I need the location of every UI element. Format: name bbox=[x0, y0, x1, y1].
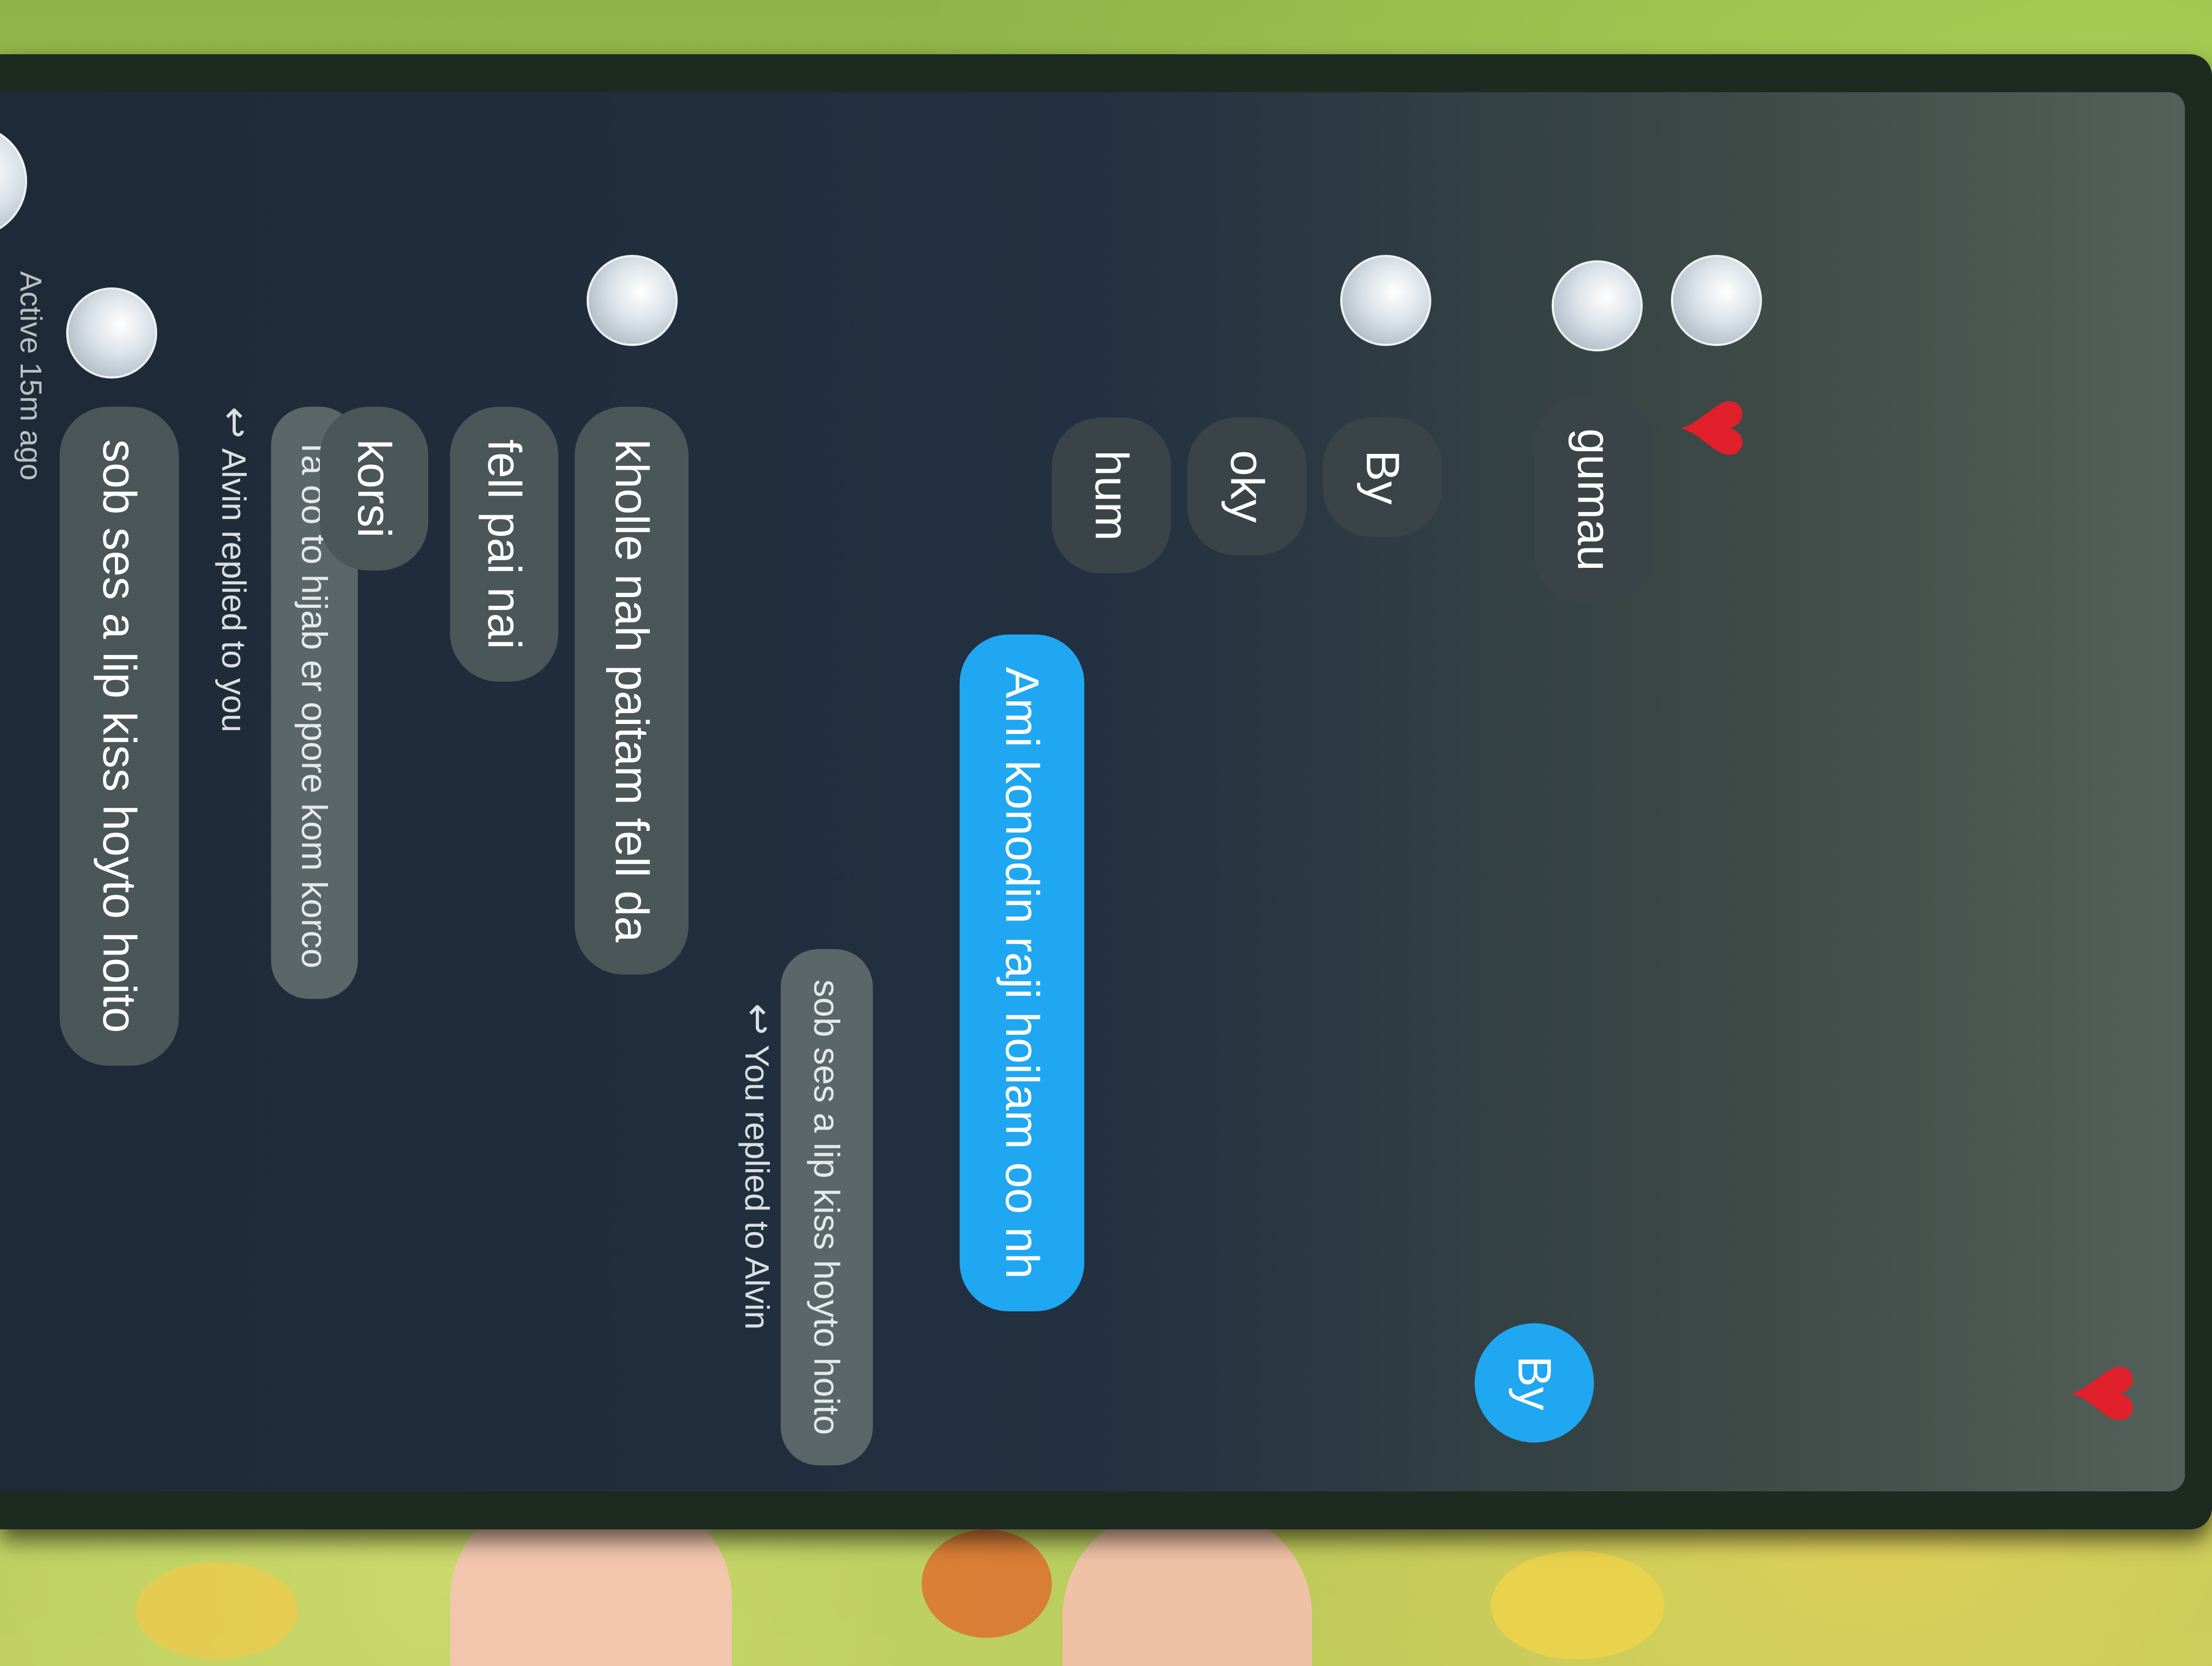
heart-icon[interactable]: ♥ bbox=[2049, 1361, 2170, 1426]
background-flower bbox=[922, 1529, 1052, 1638]
sent-message[interactable]: By bbox=[1475, 1323, 1594, 1443]
holding-finger bbox=[1063, 1508, 1312, 1666]
heart-icon[interactable]: ♥ bbox=[1658, 396, 1779, 460]
reply-label: ↩ Alvin replied to you bbox=[213, 407, 258, 733]
quoted-message[interactable]: sob ses a lip kiss hoyto hoito bbox=[781, 949, 873, 1466]
chat-thread[interactable]: Active 15m ago sob ses a lip kiss hoyto … bbox=[0, 92, 2185, 1491]
received-message[interactable]: korsi bbox=[320, 407, 428, 571]
sender-avatar bbox=[1552, 260, 1643, 351]
received-message[interactable]: oky bbox=[1187, 418, 1307, 555]
received-message[interactable]: sob ses a lip kiss hoyto hoito bbox=[60, 407, 179, 1066]
sender-avatar bbox=[1671, 255, 1762, 346]
photo-scene: Active 15m ago sob ses a lip kiss hoyto … bbox=[0, 0, 2212, 1666]
received-message[interactable]: kholle nah paitam fell da bbox=[575, 407, 689, 975]
received-message[interactable]: hum bbox=[1052, 418, 1171, 574]
reply-label: ↩ You replied to Alvin bbox=[736, 1003, 781, 1330]
sender-avatar bbox=[66, 287, 157, 379]
contact-avatar[interactable] bbox=[0, 125, 27, 238]
reply-label-text: You replied to Alvin bbox=[738, 1045, 775, 1330]
background-flower bbox=[136, 1562, 298, 1659]
phone-body: Active 15m ago sob ses a lip kiss hoyto … bbox=[0, 54, 2212, 1529]
reply-arrow-icon: ↩ bbox=[214, 407, 256, 439]
sent-message[interactable]: Ami konodin raji hoilam oo nh bbox=[960, 635, 1084, 1312]
sender-avatar bbox=[1340, 255, 1431, 346]
reply-label-text: Alvin replied to you bbox=[215, 448, 252, 733]
received-message[interactable]: fell pai nai bbox=[450, 407, 558, 682]
received-message[interactable]: gumau bbox=[1534, 396, 1654, 604]
sender-avatar bbox=[587, 255, 678, 346]
reply-arrow-icon: ↩ bbox=[737, 1003, 780, 1035]
active-status: Active 15m ago bbox=[14, 271, 48, 480]
phone-screen: Active 15m ago sob ses a lip kiss hoyto … bbox=[0, 92, 2185, 1491]
background-flower bbox=[1491, 1551, 1664, 1659]
received-message[interactable]: By bbox=[1323, 418, 1442, 537]
